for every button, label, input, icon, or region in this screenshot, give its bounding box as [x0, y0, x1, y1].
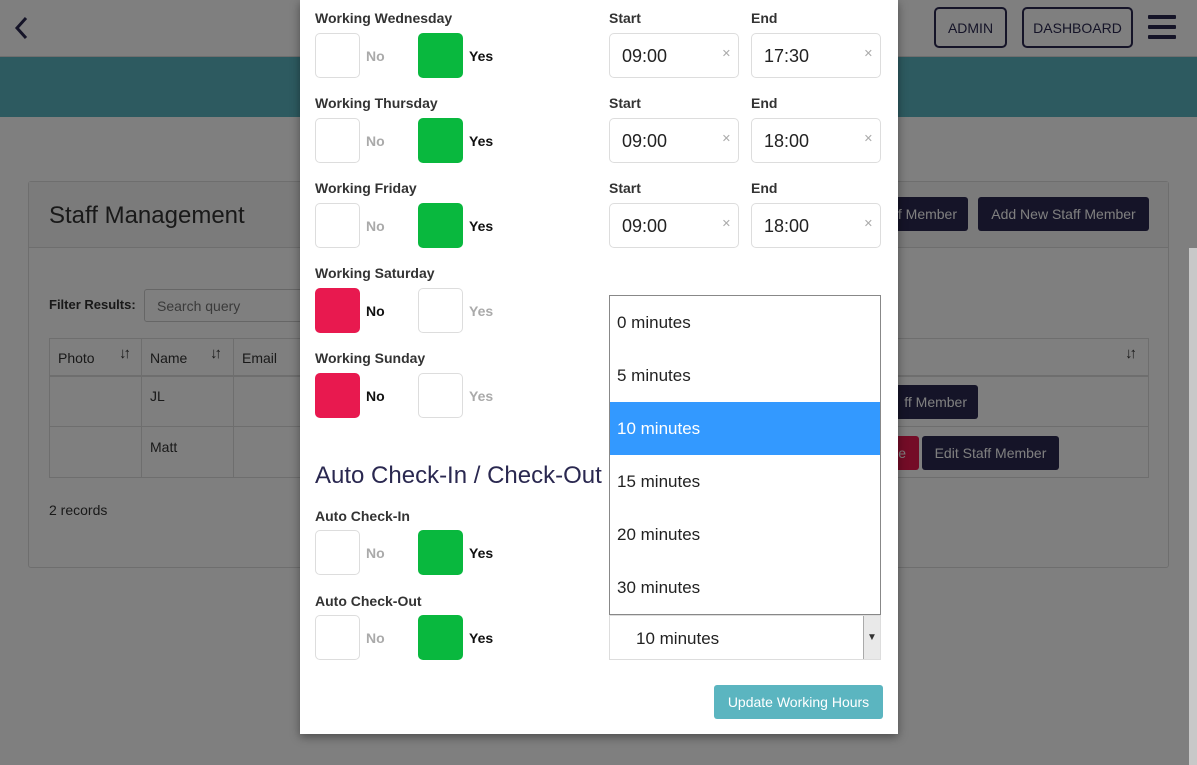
clear-icon[interactable]: ✕: [864, 47, 873, 60]
toggle-yes-label: Yes: [469, 133, 494, 149]
dropdown-option[interactable]: 30 minutes: [610, 561, 880, 614]
toggle-no-friday[interactable]: [315, 203, 360, 248]
clear-icon[interactable]: ✕: [722, 47, 731, 60]
auto-check-section-title: Auto Check-In / Check-Out: [315, 462, 602, 489]
toggle-yes-sunday[interactable]: [418, 373, 463, 418]
end-time-value: 17:30: [764, 46, 810, 66]
toggle-yes-label: Yes: [469, 48, 494, 64]
dropdown-option[interactable]: 20 minutes: [610, 508, 880, 561]
clear-icon[interactable]: ✕: [722, 217, 731, 230]
toggle-no-saturday[interactable]: [315, 288, 360, 333]
toggle-no-label: No: [366, 133, 385, 149]
chevron-down-icon[interactable]: ▼: [863, 616, 880, 659]
clear-icon[interactable]: ✕: [864, 217, 873, 230]
working-hours-modal: Working Wednesday No Yes Start End 09:00…: [300, 0, 898, 734]
interval-dropdown-list: 0 minutes 5 minutes 10 minutes 15 minute…: [609, 295, 881, 615]
dropdown-option[interactable]: 15 minutes: [610, 455, 880, 508]
end-time-value: 18:00: [764, 131, 810, 151]
toggle-no-label: No: [366, 545, 385, 561]
dropdown-option-selected[interactable]: 10 minutes: [610, 402, 880, 455]
toggle-no-auto-checkout[interactable]: [315, 615, 360, 660]
toggle-no-label: No: [366, 630, 385, 646]
select-current-value: 10 minutes: [636, 629, 720, 648]
end-label: End: [751, 10, 778, 26]
page-scrollbar[interactable]: [1189, 248, 1197, 765]
toggle-yes-label: Yes: [469, 545, 494, 561]
start-label: Start: [609, 180, 641, 196]
toggle-no-wednesday[interactable]: [315, 33, 360, 78]
start-label: Start: [609, 10, 641, 26]
update-working-hours-button[interactable]: Update Working Hours: [714, 685, 883, 719]
clear-icon[interactable]: ✕: [864, 132, 873, 145]
toggle-no-thursday[interactable]: [315, 118, 360, 163]
day-label-saturday: Working Saturday: [315, 265, 435, 281]
dropdown-option[interactable]: 0 minutes: [610, 296, 880, 349]
interval-select[interactable]: 10 minutes ▼: [609, 615, 881, 660]
day-label-thursday: Working Thursday: [315, 95, 438, 111]
toggle-no-label: No: [366, 388, 385, 404]
toggle-yes-friday[interactable]: [418, 203, 463, 248]
start-time-value: 09:00: [622, 131, 668, 151]
start-time-value: 09:00: [622, 216, 668, 236]
end-time-wednesday[interactable]: 17:30 ✕: [751, 33, 881, 78]
toggle-yes-label: Yes: [469, 218, 494, 234]
auto-checkout-label: Auto Check-Out: [315, 593, 422, 609]
auto-checkin-label: Auto Check-In: [315, 508, 410, 524]
start-time-friday[interactable]: 09:00 ✕: [609, 203, 739, 248]
end-time-thursday[interactable]: 18:00 ✕: [751, 118, 881, 163]
toggle-yes-label: Yes: [469, 388, 494, 404]
day-label-sunday: Working Sunday: [315, 350, 426, 366]
toggle-yes-auto-checkin[interactable]: [418, 530, 463, 575]
toggle-no-label: No: [366, 303, 385, 319]
day-label-friday: Working Friday: [315, 180, 417, 196]
toggle-yes-wednesday[interactable]: [418, 33, 463, 78]
start-time-value: 09:00: [622, 46, 668, 66]
toggle-yes-thursday[interactable]: [418, 118, 463, 163]
toggle-no-label: No: [366, 48, 385, 64]
end-time-friday[interactable]: 18:00 ✕: [751, 203, 881, 248]
start-label: Start: [609, 95, 641, 111]
start-time-wednesday[interactable]: 09:00 ✕: [609, 33, 739, 78]
toggle-no-label: No: [366, 218, 385, 234]
end-label: End: [751, 95, 778, 111]
toggle-yes-label: Yes: [469, 303, 494, 319]
clear-icon[interactable]: ✕: [722, 132, 731, 145]
toggle-no-auto-checkin[interactable]: [315, 530, 360, 575]
end-time-value: 18:00: [764, 216, 810, 236]
toggle-yes-label: Yes: [469, 630, 494, 646]
end-label: End: [751, 180, 778, 196]
start-time-thursday[interactable]: 09:00 ✕: [609, 118, 739, 163]
dropdown-option[interactable]: 5 minutes: [610, 349, 880, 402]
toggle-yes-auto-checkout[interactable]: [418, 615, 463, 660]
toggle-no-sunday[interactable]: [315, 373, 360, 418]
toggle-yes-saturday[interactable]: [418, 288, 463, 333]
day-label-wednesday: Working Wednesday: [315, 10, 453, 26]
